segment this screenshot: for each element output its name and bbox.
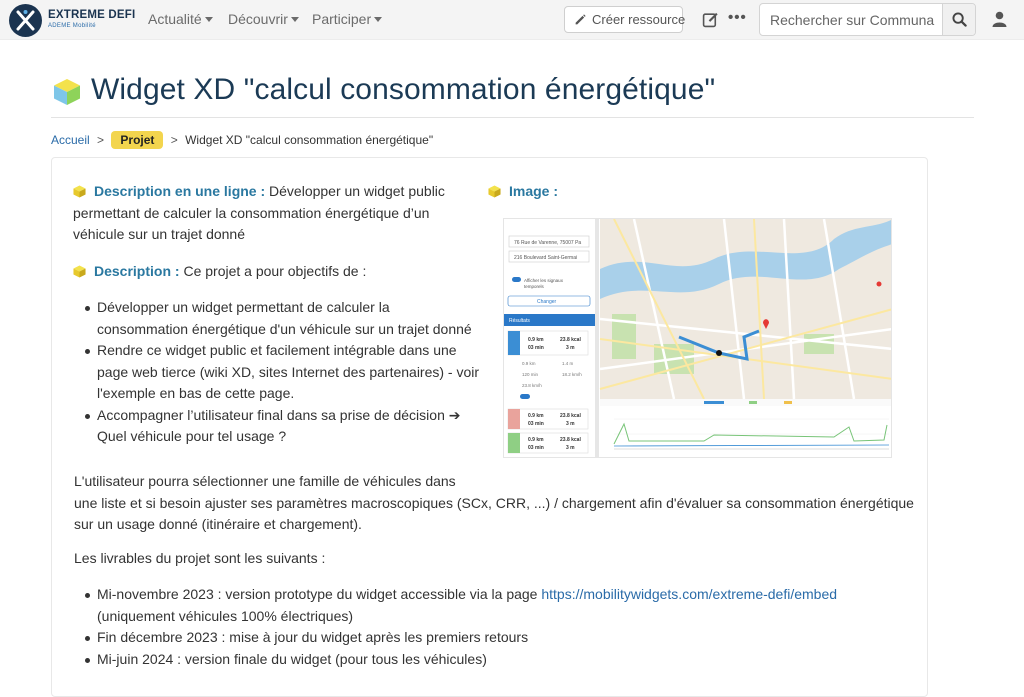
description-heading: Description : Ce projet a pour objectifs…: [73, 261, 493, 283]
widget-stat: 0.9 km: [522, 361, 536, 366]
create-resource-button[interactable]: Créer ressource: [564, 6, 686, 33]
more-options-icon[interactable]: •••: [728, 9, 747, 26]
oneline-text: Développer un widget public: [265, 183, 445, 199]
widget-stat: 1.4 m: [562, 361, 574, 366]
oneline-description: Description en une ligne : Développer un…: [73, 181, 493, 246]
deliverable-text: Fin décembre 2023 : mise à jour du widge…: [97, 629, 529, 645]
breadcrumb-separator: >: [170, 133, 178, 147]
result-distance: 0.9 km: [528, 437, 544, 443]
caret-down-icon: [374, 17, 383, 22]
oneline-label: Description en une ligne :: [94, 183, 266, 199]
widget-stat: 18.2 km/h: [562, 372, 582, 377]
widget-results-header: Résultats: [509, 318, 530, 324]
goal-line: l'exemple en bas de cette page.: [97, 385, 295, 401]
section-cube-icon: [488, 185, 501, 198]
deliverables-list: Mi-novembre 2023 : version prototype du …: [74, 584, 919, 670]
result-time: 03 min: [528, 421, 544, 427]
map-view: [599, 219, 891, 400]
result-cost: 3 m: [566, 445, 575, 451]
section-cube-icon: [73, 265, 86, 278]
search-icon: [952, 12, 967, 27]
list-item: Développer un widget permettant de calcu…: [74, 297, 494, 340]
nav-menu-label: Participer: [312, 11, 372, 27]
search-box: [759, 3, 976, 36]
goals-list: Développer un widget permettant de calcu…: [74, 297, 494, 448]
list-item: Mi-juin 2024 : version finale du widget …: [74, 649, 919, 671]
caret-down-icon: [290, 17, 299, 22]
project-cube-icon: [54, 79, 80, 105]
image-label: Image :: [509, 183, 559, 199]
oneline-text-line: véhicule sur un trajet donné: [73, 226, 245, 242]
section-cube-icon: [73, 185, 86, 198]
nav-menu-label: Actualité: [148, 11, 202, 27]
widget-from-address: 76 Rue de Varenne, 75007 Pa: [514, 240, 581, 246]
widget-embed-link[interactable]: https://mobilitywidgets.com/extreme-defi…: [541, 586, 837, 602]
deliverable-text: Mi-juin 2024 : version finale du widget …: [97, 650, 487, 667]
goal-line: page web tierce (wiki XD, sites Internet…: [97, 363, 480, 380]
list-item: Accompagner l’utilisateur final dans sa …: [74, 405, 494, 448]
breadcrumb-home[interactable]: Accueil: [51, 133, 90, 147]
oneline-text-line: permettant de calculer la consommation é…: [73, 204, 430, 221]
result-energy: 23.8 kcal: [560, 337, 581, 343]
goal-line: consommation énergétique d'un véhicule s…: [97, 320, 472, 337]
result-cost: 3 m: [566, 345, 575, 351]
goal-line: Quel véhicule pour tel usage ?: [97, 428, 287, 444]
description-label: Description :: [94, 263, 180, 279]
list-item: Rendre ce widget public et facilement in…: [74, 340, 494, 405]
brand-name[interactable]: EXTREME DEFI: [48, 9, 135, 21]
title-divider: [51, 117, 974, 118]
widget-toggle-label: Afficher les signaux: [524, 278, 564, 283]
search-button[interactable]: [942, 4, 975, 35]
brand-subtitle: ADEME Mobilité: [48, 23, 96, 29]
goal-line: Rendre ce widget public et facilement in…: [97, 342, 457, 358]
list-item: Mi-novembre 2023 : version prototype du …: [74, 584, 919, 627]
breadcrumb-project-badge[interactable]: Projet: [111, 131, 164, 149]
result-distance: 0.9 km: [528, 413, 544, 419]
result-energy: 23.8 kcal: [560, 437, 581, 443]
goal-line: Développer un widget permettant de calcu…: [97, 299, 390, 315]
deliverable-text: Mi-novembre 2023 : version prototype du …: [97, 586, 542, 602]
paragraph-line: une liste et si besoin ajuster ses param…: [74, 494, 914, 511]
widget-to-address: 216 Boulevard Saint-Germai: [514, 255, 577, 261]
caret-down-icon: [204, 17, 213, 22]
paragraph-line: L'utilisateur pourra sélectionner une fa…: [74, 473, 456, 489]
result-time: 03 min: [528, 445, 544, 451]
result-time: 03 min: [528, 345, 544, 351]
result-cost: 3 m: [566, 421, 575, 427]
usage-paragraph: L'utilisateur pourra sélectionner une fa…: [74, 471, 919, 536]
paragraph-line: sur un usage donné (itinéraire et charge…: [74, 516, 362, 532]
top-navbar: EXTREME DEFI ADEME Mobilité Actualité Dé…: [0, 0, 1024, 40]
widget-screenshot-image: 76 Rue de Varenne, 75007 Pa 216 Boulevar…: [503, 218, 892, 458]
result-distance: 0.9 km: [528, 337, 544, 343]
breadcrumb: Accueil > Projet > Widget XD "calcul con…: [51, 131, 433, 151]
search-input[interactable]: [760, 4, 942, 35]
nav-menu-decouvrir[interactable]: Découvrir: [228, 11, 299, 27]
image-heading: Image :: [488, 181, 558, 203]
brand-logo[interactable]: [9, 4, 42, 37]
edit-icon[interactable]: [702, 11, 719, 28]
widget-submit-label: Changer: [537, 299, 557, 305]
widget-stat: 120 min: [522, 372, 539, 377]
user-icon[interactable]: [992, 11, 1007, 27]
result-energy: 23.8 kcal: [560, 413, 581, 419]
list-item: Fin décembre 2023 : mise à jour du widge…: [74, 627, 919, 649]
nav-menu-label: Découvrir: [228, 11, 288, 27]
deliverables-intro: Les livrables du projet sont les suivant…: [74, 550, 326, 566]
nav-menu-actualite[interactable]: Actualité: [148, 11, 213, 27]
widget-toggle-label-2: temporels: [524, 284, 545, 289]
goal-line: Accompagner l’utilisateur final dans sa …: [97, 406, 461, 423]
create-resource-label: Créer ressource: [592, 12, 686, 27]
description-text: Ce projet a pour objectifs de :: [179, 263, 367, 279]
widget-stat: 23.8 km/h: [522, 383, 542, 388]
page-title: Widget XD "calcul consommation énergétiq…: [91, 73, 716, 106]
nav-menu-participer[interactable]: Participer: [312, 11, 383, 27]
pencil-icon: [575, 14, 586, 25]
breadcrumb-current: Widget XD "calcul consommation énergétiq…: [185, 133, 434, 147]
breadcrumb-separator: >: [97, 133, 105, 147]
deliverable-text: (uniquement véhicules 100% électriques): [97, 607, 354, 624]
